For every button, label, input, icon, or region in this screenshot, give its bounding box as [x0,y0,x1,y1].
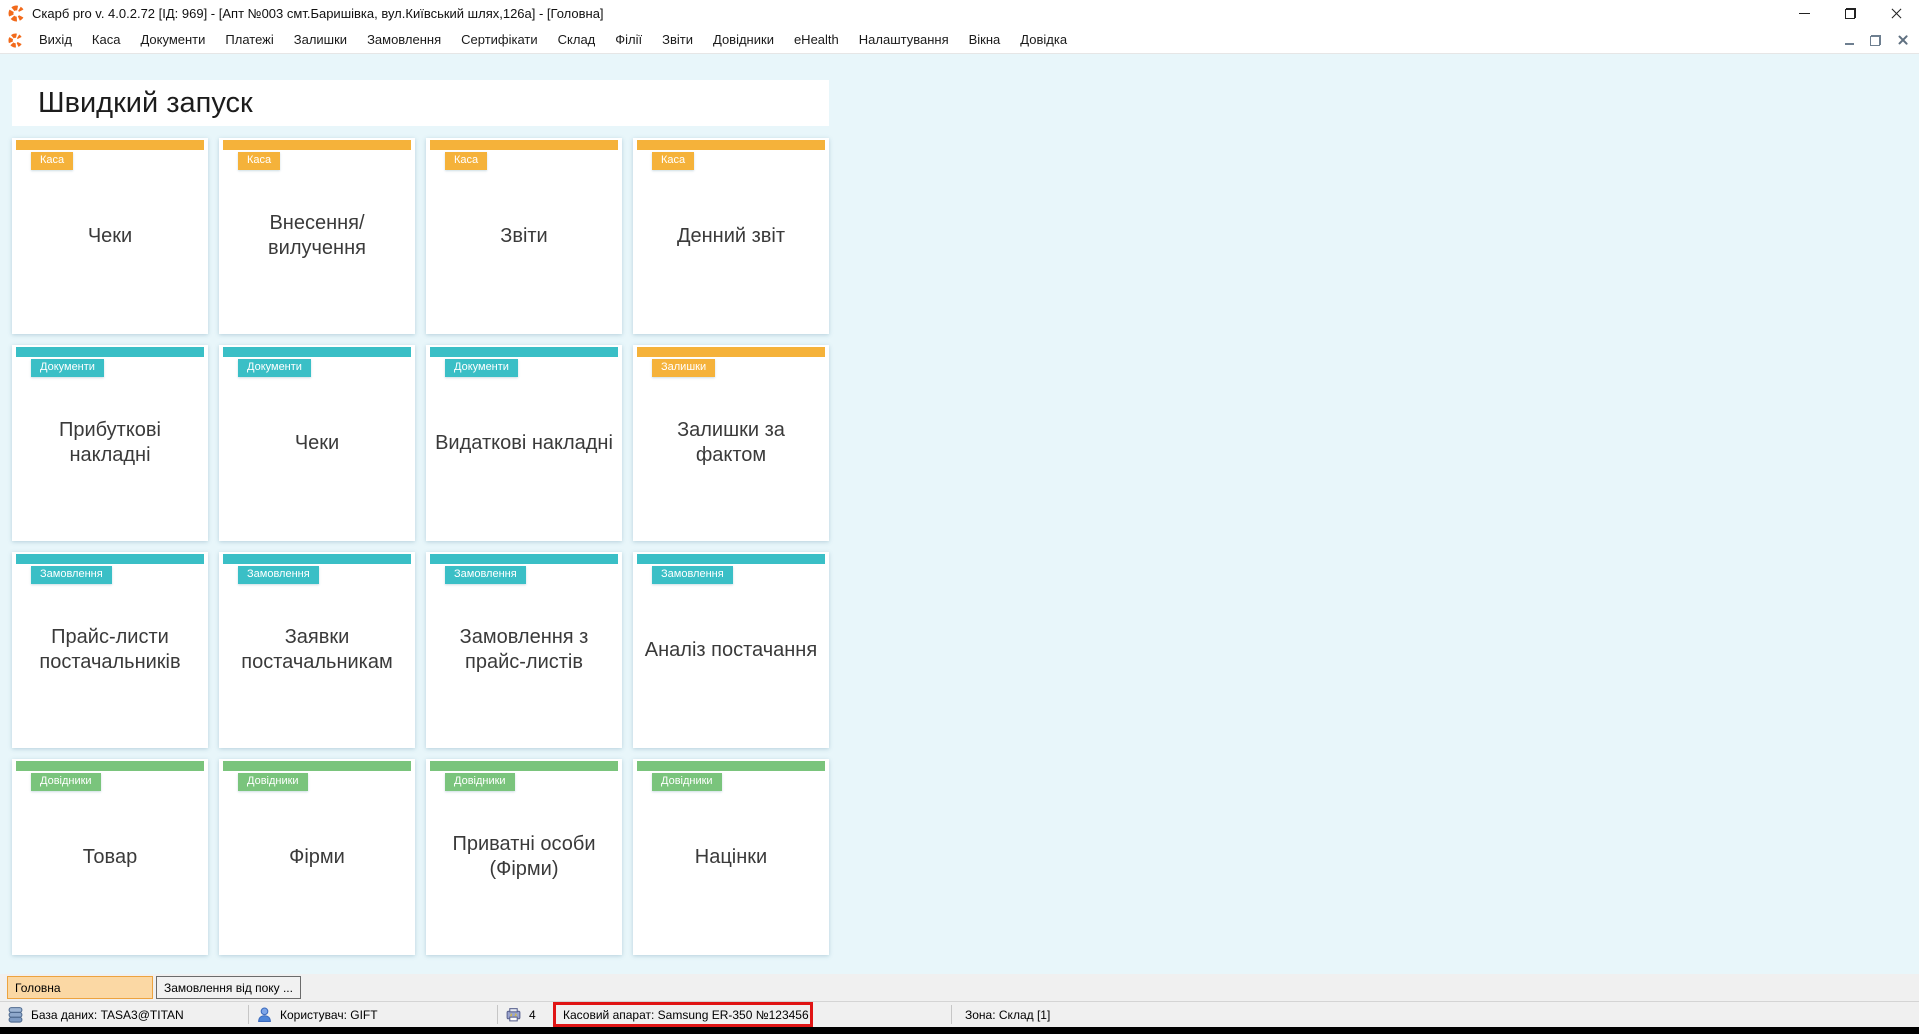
tile-title: Звіти [426,138,622,334]
mdi-minimize-button[interactable] [1845,43,1854,45]
menu-item[interactable]: eHealth [784,27,849,53]
quick-launch-tile[interactable]: ДокументиВидаткові накладні [426,345,622,541]
tile-title: Фірми [219,759,415,955]
user-label: Користувач: GIFT [280,1008,378,1022]
menu-item[interactable]: Налаштування [849,27,959,53]
quick-launch-tile[interactable]: КасаЗвіти [426,138,622,334]
quick-launch-tile[interactable]: ЗамовленняЗамовлення з прайс-листів [426,552,622,748]
user-icon [256,1006,273,1023]
status-bar: База даних: TASA3@TITAN Користувач: GIFT [0,1001,1919,1027]
menu-item[interactable]: Склад [548,27,606,53]
menu-item[interactable]: Документи [130,27,215,53]
zone-label: Зона: Склад [1] [965,1008,1050,1022]
quick-launch-tile[interactable]: КасаВнесення/вилучення [219,138,415,334]
menu-item[interactable]: Платежі [215,27,283,53]
tile-title: Внесення/вилучення [219,138,415,334]
quick-launch-tile[interactable]: ДовідникиНацінки [633,759,829,955]
menu-item[interactable]: Залишки [284,27,357,53]
database-label: База даних: TASA3@TITAN [31,1008,184,1022]
database-icon [7,1006,24,1023]
tile-title: Залишки за фактом [633,345,829,541]
menu-bar: ВихідКасаДокументиПлатежіЗалишкиЗамовлен… [0,27,1919,54]
quick-launch-tile[interactable]: ДокументиЧеки [219,345,415,541]
quick-launch-tile[interactable]: ДовідникиФірми [219,759,415,955]
quick-launch-tile[interactable]: ДовідникиТовар [12,759,208,955]
quick-launch-tile[interactable]: ДовідникиПриватні особи (Фірми) [426,759,622,955]
statusbar-database: База даних: TASA3@TITAN [0,1002,248,1027]
menu-item[interactable]: Вихід [29,27,82,53]
tile-title: Прибуткові накладні [12,345,208,541]
quick-launch-grid: КасаЧекиКасаВнесення/вилученняКасаЗвітиК… [12,138,829,955]
bottom-tab-strip: ГоловнаЗамовлення від поку ... [0,974,1919,1001]
menu-item[interactable]: Сертифікати [451,27,548,53]
tile-title: Заявки постачальникам [219,552,415,748]
menu-item[interactable]: Довідники [703,27,784,53]
window-title: Скарб pro v. 4.0.2.72 [ІД: 969] - [Апт №… [32,6,604,21]
window-controls [1781,0,1919,27]
mdi-restore-button[interactable] [1870,35,1881,46]
menu-item[interactable]: Каса [82,27,131,53]
mdi-child-logo-icon [8,33,23,48]
restore-button[interactable] [1827,0,1873,27]
menu-item[interactable]: Довідка [1010,27,1077,53]
statusbar-zone: Зона: Склад [1] [952,1002,1919,1027]
menu-item[interactable]: Звіти [652,27,703,53]
mdi-close-button[interactable] [1897,34,1909,46]
close-button[interactable] [1873,0,1919,27]
menu-items: ВихідКасаДокументиПлатежіЗалишкиЗамовлен… [29,27,1077,53]
quick-launch-tile[interactable]: ЗамовленняПрайс-листи постачальників [12,552,208,748]
menu-item[interactable]: Філії [605,27,652,53]
statusbar-spacer [813,1002,951,1027]
quick-launch-tile[interactable]: КасаЧеки [12,138,208,334]
statusbar-user: Користувач: GIFT [249,1002,497,1027]
quick-launch-tile[interactable]: ЗамовленняЗаявки постачальникам [219,552,415,748]
minimize-button[interactable] [1781,0,1827,27]
tile-title: Націнки [633,759,829,955]
quick-launch-tile[interactable]: ДокументиПрибуткові накладні [12,345,208,541]
tab[interactable]: Замовлення від поку ... [156,976,301,999]
statusbar-printers: 4 [498,1002,553,1027]
tile-title: Приватні особи (Фірми) [426,759,622,955]
title-bar: Скарб pro v. 4.0.2.72 [ІД: 969] - [Апт №… [0,0,1919,27]
quick-launch-tile[interactable]: КасаДенний звіт [633,138,829,334]
tile-title: Денний звіт [633,138,829,334]
tile-title: Аналіз постачання [633,552,829,748]
minimize-icon [1799,13,1810,14]
quick-launch-tile[interactable]: ЗалишкиЗалишки за фактом [633,345,829,541]
app-window: Скарб pro v. 4.0.2.72 [ІД: 969] - [Апт №… [0,0,1919,1034]
page-title: Швидкий запуск [38,87,253,120]
menu-item[interactable]: Вікна [959,27,1011,53]
tile-title: Чеки [219,345,415,541]
menu-item[interactable]: Замовлення [357,27,451,53]
close-icon [1890,7,1903,20]
tab-active[interactable]: Головна [7,976,153,999]
screen-edge-strip [0,1027,1919,1034]
mdi-workspace: Швидкий запуск КасаЧекиКасаВнесення/вилу… [0,54,1919,974]
tile-title: Товар [12,759,208,955]
mdi-window-controls [1845,27,1909,53]
printer-icon [505,1006,522,1023]
app-logo-icon [8,5,25,22]
tile-title: Прайс-листи постачальників [12,552,208,748]
quick-launch-header: Швидкий запуск [12,80,829,126]
tile-title: Чеки [12,138,208,334]
restore-icon [1845,8,1856,19]
statusbar-cash-register-highlighted: Касовий апарат: Samsung ER-350 №123456 [553,1002,813,1027]
tile-title: Замовлення з прайс-листів [426,552,622,748]
cash-register-label: Касовий апарат: Samsung ER-350 №123456 [563,1008,809,1022]
tile-title: Видаткові накладні [426,345,622,541]
printer-count: 4 [529,1008,536,1022]
quick-launch-tile[interactable]: ЗамовленняАналіз постачання [633,552,829,748]
